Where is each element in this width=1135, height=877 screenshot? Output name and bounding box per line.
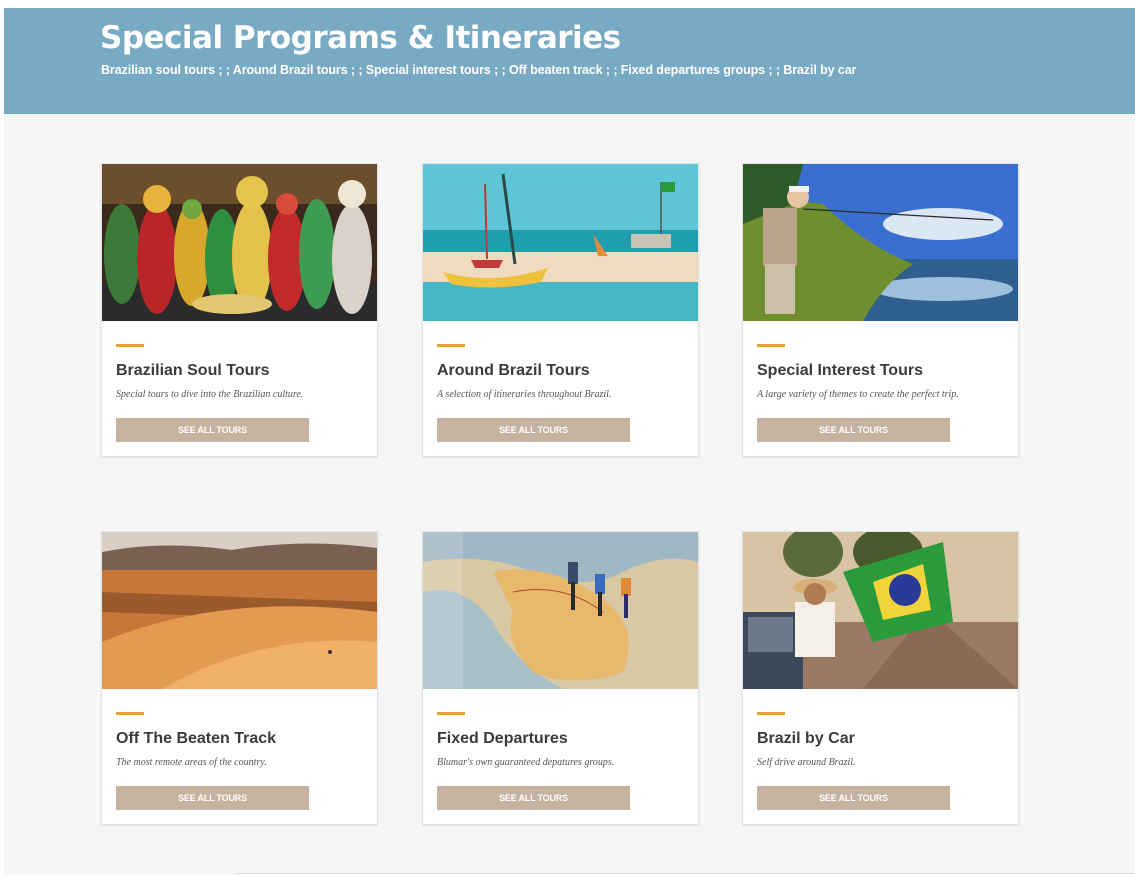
page-background: Special Programs & Itineraries Brazilian… xyxy=(4,8,1135,874)
card-title: Fixed Departures xyxy=(437,730,568,747)
map-travelers-photo[interactable] xyxy=(423,532,698,689)
card-title: Brazilian Soul Tours xyxy=(116,362,270,379)
accent-bar xyxy=(437,712,465,715)
river-fishing-photo[interactable] xyxy=(743,164,1018,321)
accent-bar xyxy=(757,712,785,715)
see-all-tours-button[interactable]: SEE ALL TOURS xyxy=(437,418,630,442)
see-all-tours-button[interactable]: SEE ALL TOURS xyxy=(757,418,950,442)
card-title: Brazil by Car xyxy=(757,730,855,747)
see-all-tours-button[interactable]: SEE ALL TOURS xyxy=(757,786,950,810)
card-description: A selection of itineraries throughout Br… xyxy=(437,389,612,400)
tour-card-off-beaten-track: Off The Beaten Track The most remote are… xyxy=(101,531,378,825)
tour-card-around-brazil: Around Brazil Tours A selection of itine… xyxy=(422,163,699,457)
accent-bar xyxy=(116,712,144,715)
page-title: Special Programs & Itineraries xyxy=(100,20,621,56)
card-description: A large variety of themes to create the … xyxy=(757,389,959,400)
card-title: Off The Beaten Track xyxy=(116,730,277,747)
car-brazil-flag-photo[interactable] xyxy=(743,532,1018,689)
card-description: Self drive around Brazil. xyxy=(757,757,856,768)
page-header-banner: Special Programs & Itineraries Brazilian… xyxy=(4,8,1135,114)
sand-dunes-photo[interactable] xyxy=(102,532,377,689)
category-links[interactable]: Brazilian soul tours ; ; Around Brazil t… xyxy=(101,63,856,77)
see-all-tours-button[interactable]: SEE ALL TOURS xyxy=(116,786,309,810)
accent-bar xyxy=(437,344,465,347)
accent-bar xyxy=(116,344,144,347)
card-description: Blumar's own guaranteed depatures groups… xyxy=(437,757,615,768)
card-title: Around Brazil Tours xyxy=(437,362,590,379)
tour-card-fixed-departures: Fixed Departures Blumar's own guaranteed… xyxy=(422,531,699,825)
see-all-tours-button[interactable]: SEE ALL TOURS xyxy=(437,786,630,810)
see-all-tours-button[interactable]: SEE ALL TOURS xyxy=(116,418,309,442)
card-description: Special tours to dive into the Brazilian… xyxy=(116,389,304,400)
beach-sailboats-photo[interactable] xyxy=(423,164,698,321)
accent-bar xyxy=(757,344,785,347)
carnival-dancers-photo[interactable] xyxy=(102,164,377,321)
card-title: Special Interest Tours xyxy=(757,362,923,379)
tour-card-special-interest: Special Interest Tours A large variety o… xyxy=(742,163,1019,457)
bottom-divider xyxy=(235,873,1135,874)
tour-card-brazilian-soul: Brazilian Soul Tours Special tours to di… xyxy=(101,163,378,457)
card-description: The most remote areas of the country. xyxy=(116,757,267,768)
tour-card-brazil-by-car: Brazil by Car Self drive around Brazil. … xyxy=(742,531,1019,825)
